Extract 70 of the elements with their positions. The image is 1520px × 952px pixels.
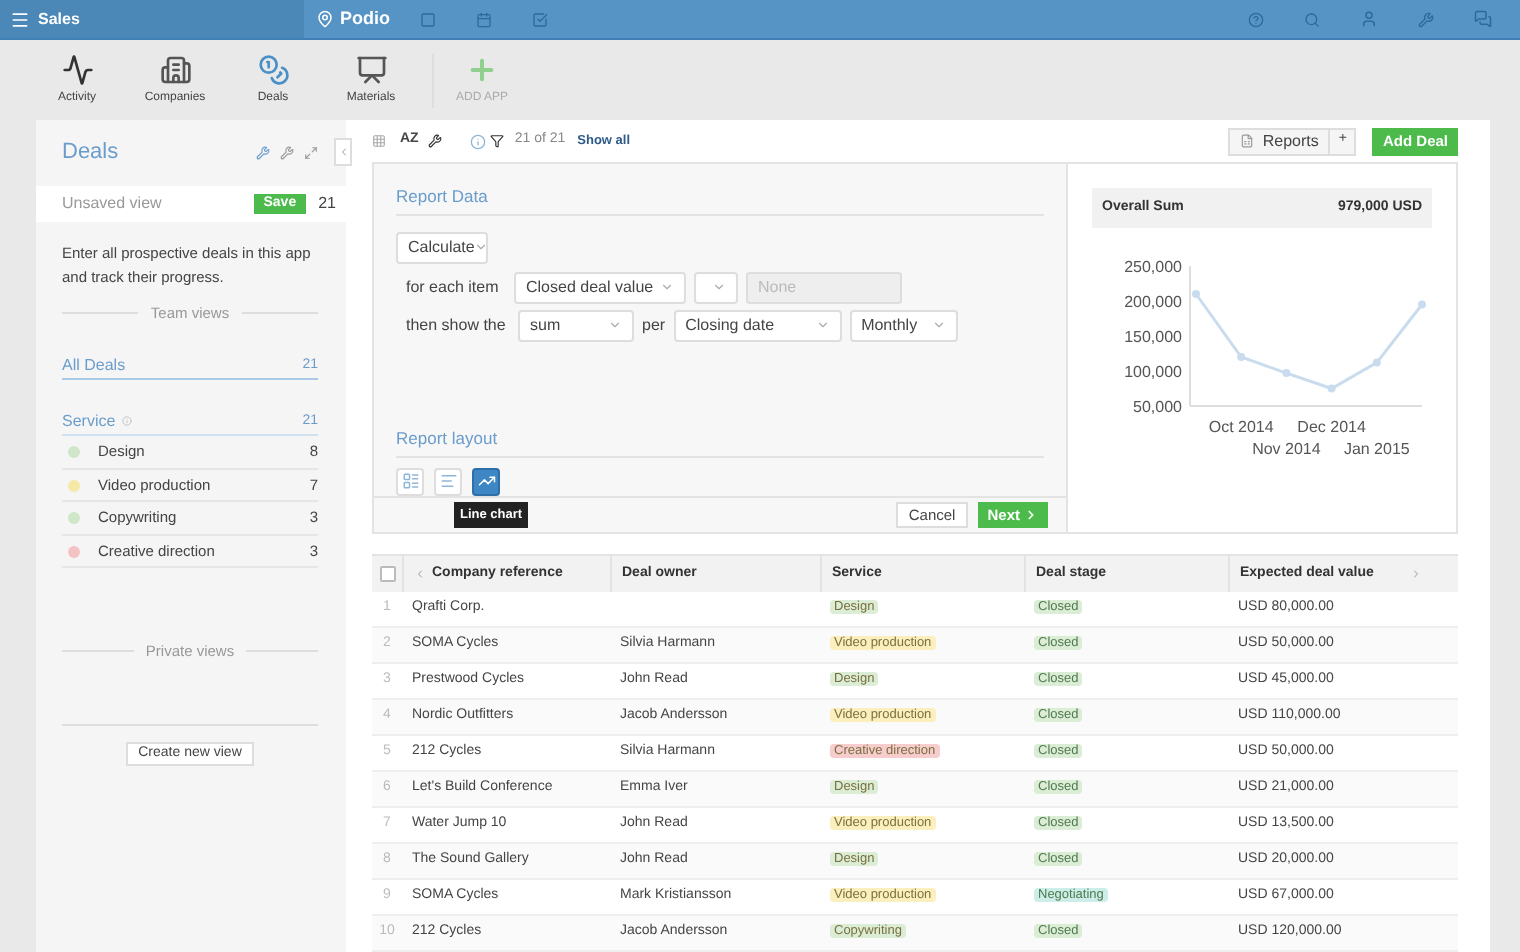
x-tick-label: Oct 2014 xyxy=(1208,418,1274,436)
chevron-down-icon xyxy=(815,318,830,333)
inbox-icon[interactable] xyxy=(420,11,436,27)
search-icon[interactable] xyxy=(1304,11,1320,27)
date-field-dropdown[interactable]: Closing date xyxy=(673,309,842,342)
data-point xyxy=(1192,290,1200,298)
data-point xyxy=(1327,384,1336,393)
y-tick-label: 200,000 xyxy=(1124,293,1182,311)
tools-icon[interactable] xyxy=(428,134,443,148)
x-tick-label: Nov 2014 xyxy=(1252,440,1321,456)
chevron-down-icon xyxy=(608,318,622,333)
chevron-down-icon xyxy=(931,318,946,333)
data-point xyxy=(1237,353,1246,361)
logo-icon xyxy=(316,10,334,28)
chevron-right-icon[interactable] xyxy=(1410,568,1422,580)
field-label: then show the xyxy=(406,313,508,338)
pulse-icon xyxy=(61,53,93,85)
aggregate-dropdown[interactable]: sum xyxy=(518,309,634,342)
x-tick-label: Jan 2015 xyxy=(1343,440,1410,456)
layout-button[interactable] xyxy=(472,467,500,495)
help-icon[interactable] xyxy=(1248,11,1264,27)
interval-dropdown[interactable]: Monthly xyxy=(849,309,958,342)
sidebar-title: Deals xyxy=(62,138,119,169)
chevron-down-icon xyxy=(660,280,674,295)
section-title: Report Data xyxy=(396,184,1044,216)
bar-chart-icon xyxy=(439,472,457,490)
field-label: per xyxy=(642,313,666,338)
building-icon xyxy=(159,53,191,85)
data-point xyxy=(1372,358,1381,367)
y-tick-label: 150,000 xyxy=(1124,328,1182,346)
chat-icon[interactable] xyxy=(1474,10,1492,28)
field-dropdown[interactable]: Closed deal value xyxy=(514,271,686,304)
table-layout-icon xyxy=(401,472,419,490)
chevron-down-icon xyxy=(712,280,726,295)
select-all-checkbox[interactable] xyxy=(379,566,395,582)
data-point xyxy=(1282,369,1291,378)
unit-dropdown[interactable] xyxy=(694,271,738,304)
y-tick-label: 50,000 xyxy=(1133,398,1182,416)
line-chart-icon xyxy=(477,472,495,490)
menu-icon[interactable] xyxy=(10,9,30,29)
sheet-icon xyxy=(1240,134,1255,148)
easel-icon xyxy=(355,53,387,85)
chevron-left-icon[interactable] xyxy=(414,568,426,580)
collapse-button[interactable] xyxy=(334,138,352,166)
y-tick-label: 250,000 xyxy=(1124,258,1182,276)
x-tick-label: Dec 2014 xyxy=(1297,418,1366,436)
wrench-icon[interactable] xyxy=(256,146,270,160)
chevron-left-icon xyxy=(337,146,349,158)
workspace-name[interactable]: Sales xyxy=(38,7,80,31)
task-icon[interactable] xyxy=(532,11,548,27)
user-icon[interactable] xyxy=(1360,10,1378,28)
coins-icon xyxy=(257,53,289,85)
calendar-icon[interactable] xyxy=(476,11,492,27)
wrench-icon[interactable] xyxy=(280,146,294,160)
expand-icon[interactable] xyxy=(304,146,318,160)
data-point xyxy=(1418,300,1426,309)
view-count: 21 xyxy=(318,192,336,216)
reports-button[interactable]: Reports xyxy=(1228,127,1331,155)
plus-icon xyxy=(466,53,498,85)
filter-icon[interactable] xyxy=(490,134,505,148)
calculate-dropdown[interactable]: Calculate xyxy=(396,231,488,264)
field-label: for each item xyxy=(406,275,501,300)
section-title: Report layout xyxy=(396,425,1044,457)
grid-icon[interactable] xyxy=(372,134,386,148)
wrench-icon[interactable] xyxy=(1418,11,1434,27)
info-icon xyxy=(121,416,132,427)
chevron-down-icon xyxy=(474,240,489,255)
y-tick-label: 100,000 xyxy=(1124,363,1182,381)
chevron-right-icon xyxy=(1024,507,1038,522)
y-axis xyxy=(1189,265,1191,407)
